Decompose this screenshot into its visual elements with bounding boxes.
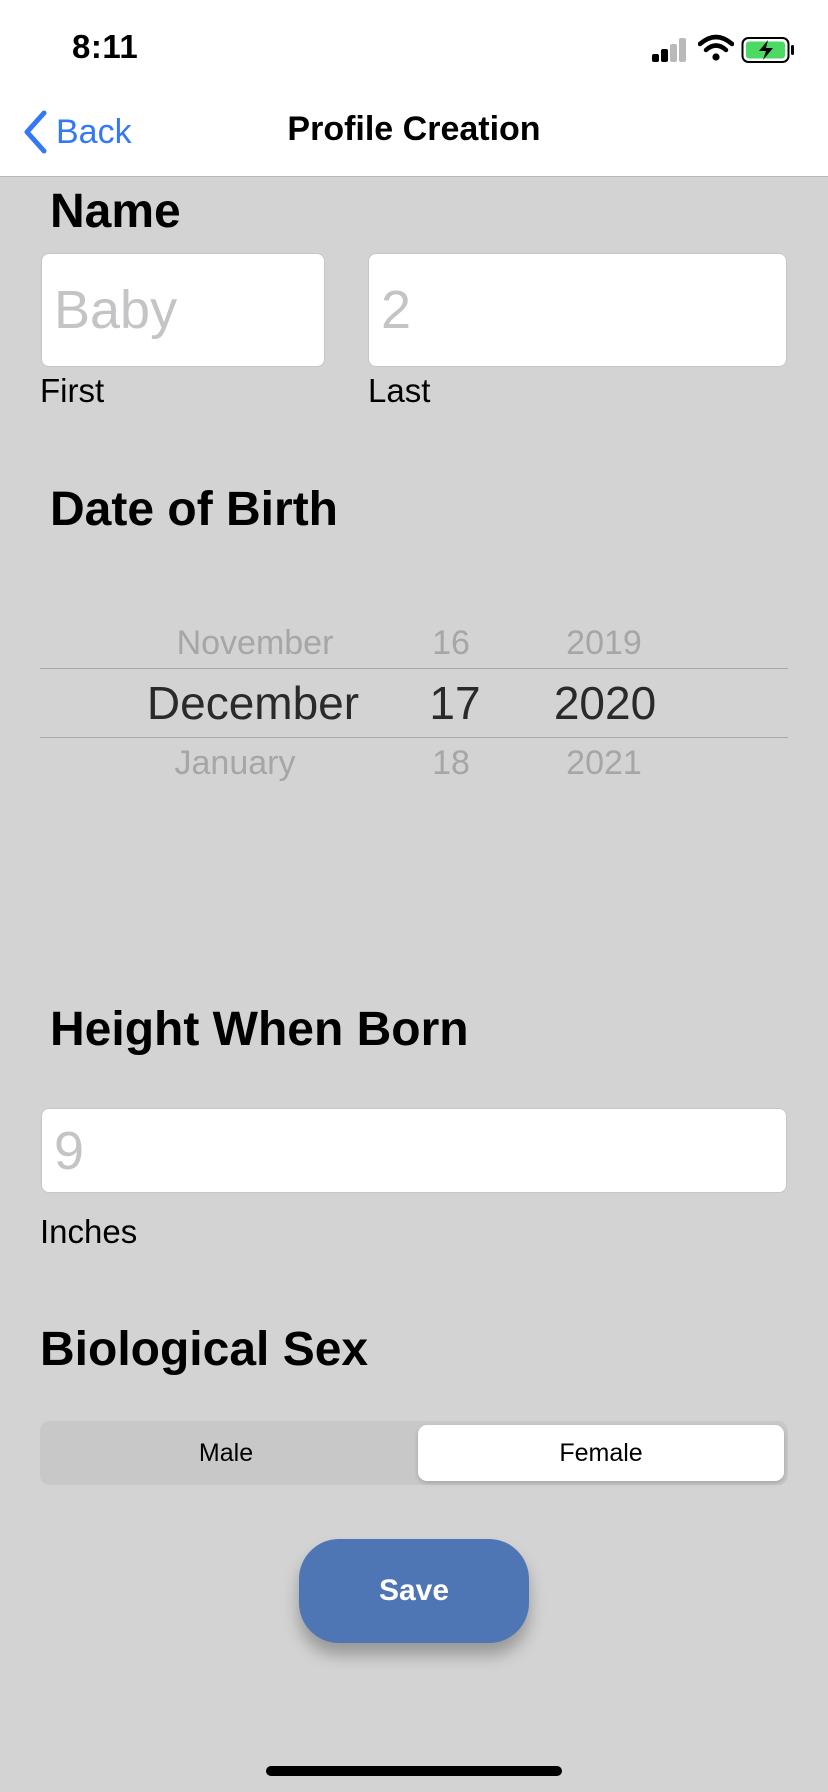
last-name-placeholder: 2 [381,280,412,340]
picker-selection-top-line [40,668,788,669]
height-input[interactable]: 9 [41,1108,787,1193]
day-selected[interactable]: 17 [415,676,495,730]
segment-female[interactable]: Female [418,1425,784,1481]
year-selected[interactable]: 2020 [545,676,665,730]
segment-male[interactable]: Male [44,1421,408,1485]
last-name-input[interactable]: 2 [368,253,787,367]
day-option[interactable]: 18 [411,744,491,783]
page-title: Profile Creation [287,110,541,148]
year-option[interactable]: 2019 [544,624,664,663]
battery-charging-icon [741,37,794,63]
year-option[interactable]: 2021 [544,744,664,783]
date-of-birth-heading: Date of Birth [50,483,338,536]
name-heading: Name [50,185,181,238]
cellular-signal-icon [652,38,688,62]
first-name-placeholder: Baby [54,280,178,340]
month-option[interactable]: January [110,744,360,783]
save-button[interactable]: Save [299,1539,529,1643]
biological-sex-segmented-control[interactable]: Male Female [40,1421,788,1485]
first-name-input[interactable]: Baby [41,253,325,367]
month-selected[interactable]: December [128,676,378,730]
day-option[interactable]: 16 [411,624,491,663]
first-name-label: First [40,372,105,409]
picker-selection-bottom-line [40,737,788,738]
biological-sex-heading: Biological Sex [40,1323,369,1376]
height-placeholder: 9 [54,1120,85,1181]
height-unit-label: Inches [40,1213,138,1250]
wifi-icon [698,34,734,61]
status-time: 8:11 [72,28,139,65]
last-name-label: Last [368,372,431,409]
home-indicator [266,1766,562,1776]
month-option[interactable]: November [130,624,380,663]
height-heading: Height When Born [50,1003,469,1056]
